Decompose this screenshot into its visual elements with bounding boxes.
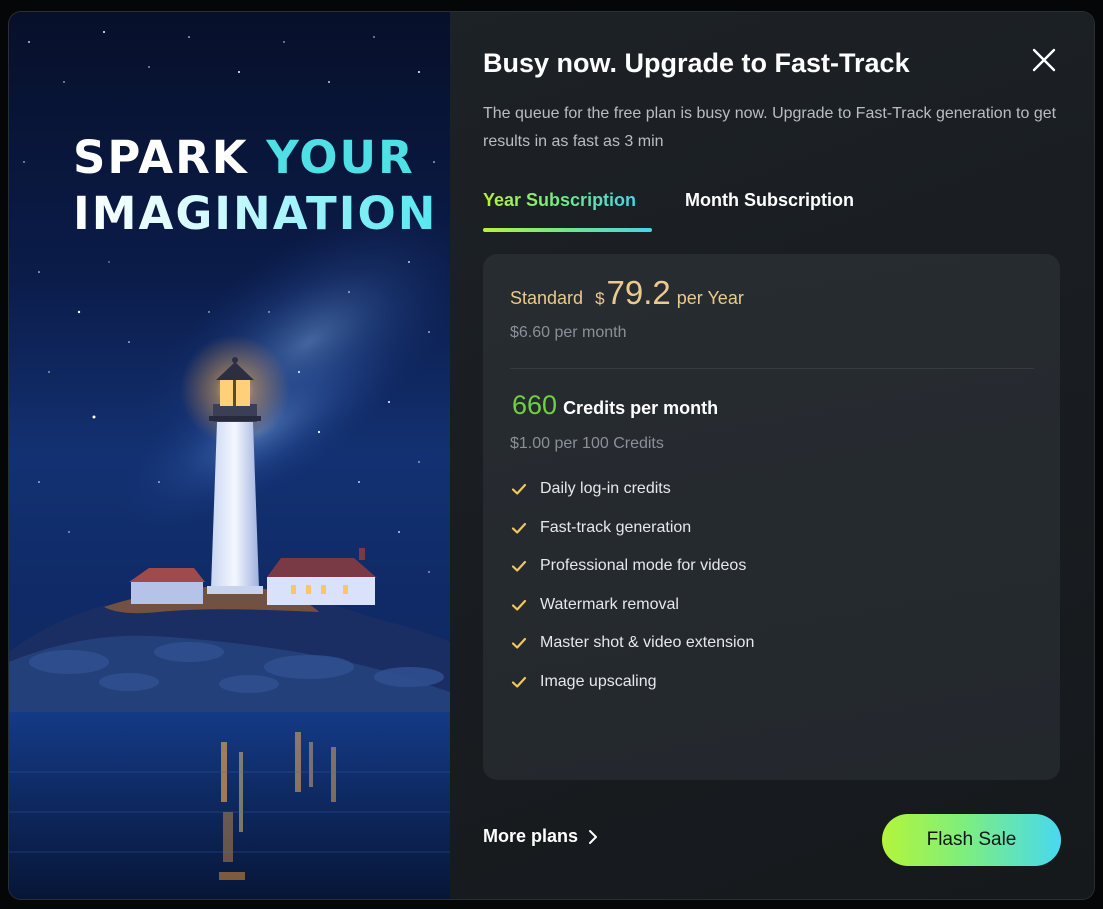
feature-item: Daily log-in credits: [510, 470, 754, 509]
divider: [510, 368, 1034, 369]
feature-item: Fast-track generation: [510, 509, 754, 548]
plan-name: Standard: [510, 288, 584, 308]
check-icon: [511, 638, 527, 649]
feature-label: Daily log-in credits: [540, 480, 671, 498]
close-icon: [1032, 48, 1056, 72]
upgrade-modal: SPARK YOUR IMAGINATION Busy now. Upgrade…: [9, 12, 1094, 899]
monthly-price: $6.60 per month: [510, 324, 627, 341]
credits-amount: 660: [512, 390, 558, 420]
feature-label: Professional mode for videos: [540, 557, 747, 575]
tab-year-subscription[interactable]: Year Subscription: [483, 190, 636, 211]
feature-label: Master shot & video extension: [540, 634, 755, 652]
credits-row: 660 Credits per month: [512, 390, 718, 421]
flash-sale-button[interactable]: Flash Sale: [882, 814, 1061, 866]
hero-headline-word-your: YOUR: [266, 131, 415, 184]
chevron-right-icon: [589, 829, 598, 844]
plan-card: Standard $79.2 per Year $6.60 per month 66…: [483, 254, 1060, 780]
tab-year-subscription-label: Year Subscription: [483, 190, 637, 210]
feature-item: Professional mode for videos: [510, 547, 754, 586]
tab-month-subscription[interactable]: Month Subscription: [685, 190, 854, 211]
price-currency: $: [595, 289, 605, 308]
price-period: per Year: [676, 288, 744, 308]
feature-item: Image upscaling: [510, 663, 754, 702]
close-button[interactable]: [1027, 43, 1061, 77]
feature-label: Fast-track generation: [540, 518, 692, 536]
hero-headline: SPARK YOUR IMAGINATION: [73, 130, 437, 242]
hero-image: SPARK YOUR IMAGINATION: [9, 12, 450, 899]
credits-rate: $1.00 per 100 Credits: [510, 435, 664, 452]
subscription-tabs: Year Subscription Month Subscription: [483, 190, 903, 234]
check-icon: [511, 676, 527, 688]
check-icon: [511, 561, 527, 572]
feature-label: Watermark removal: [540, 595, 679, 613]
check-icon: [511, 484, 527, 495]
hero-headline-word-imagination: IMAGINATION: [73, 187, 438, 240]
hero-headline-word-spark: SPARK: [73, 131, 267, 184]
feature-label: Image upscaling: [540, 672, 657, 690]
price-row: Standard $79.2 per Year: [510, 274, 744, 312]
more-plans-link[interactable]: More plans: [483, 826, 600, 847]
dialog-title: Busy now. Upgrade to Fast-Track: [483, 48, 910, 78]
check-icon: [511, 599, 527, 611]
check-icon: [511, 522, 527, 534]
price-amount: 79.2: [606, 274, 671, 311]
feature-list: Daily log-in credits Fast-track generati…: [510, 470, 754, 701]
credits-unit: Credits per month: [563, 398, 719, 418]
feature-item: Master shot & video extension: [510, 624, 754, 663]
more-plans-label: More plans: [483, 826, 579, 846]
dialog-description: The queue for the free plan is busy now.…: [483, 105, 1057, 150]
feature-item: Watermark removal: [510, 586, 754, 625]
active-tab-indicator: [483, 228, 652, 232]
